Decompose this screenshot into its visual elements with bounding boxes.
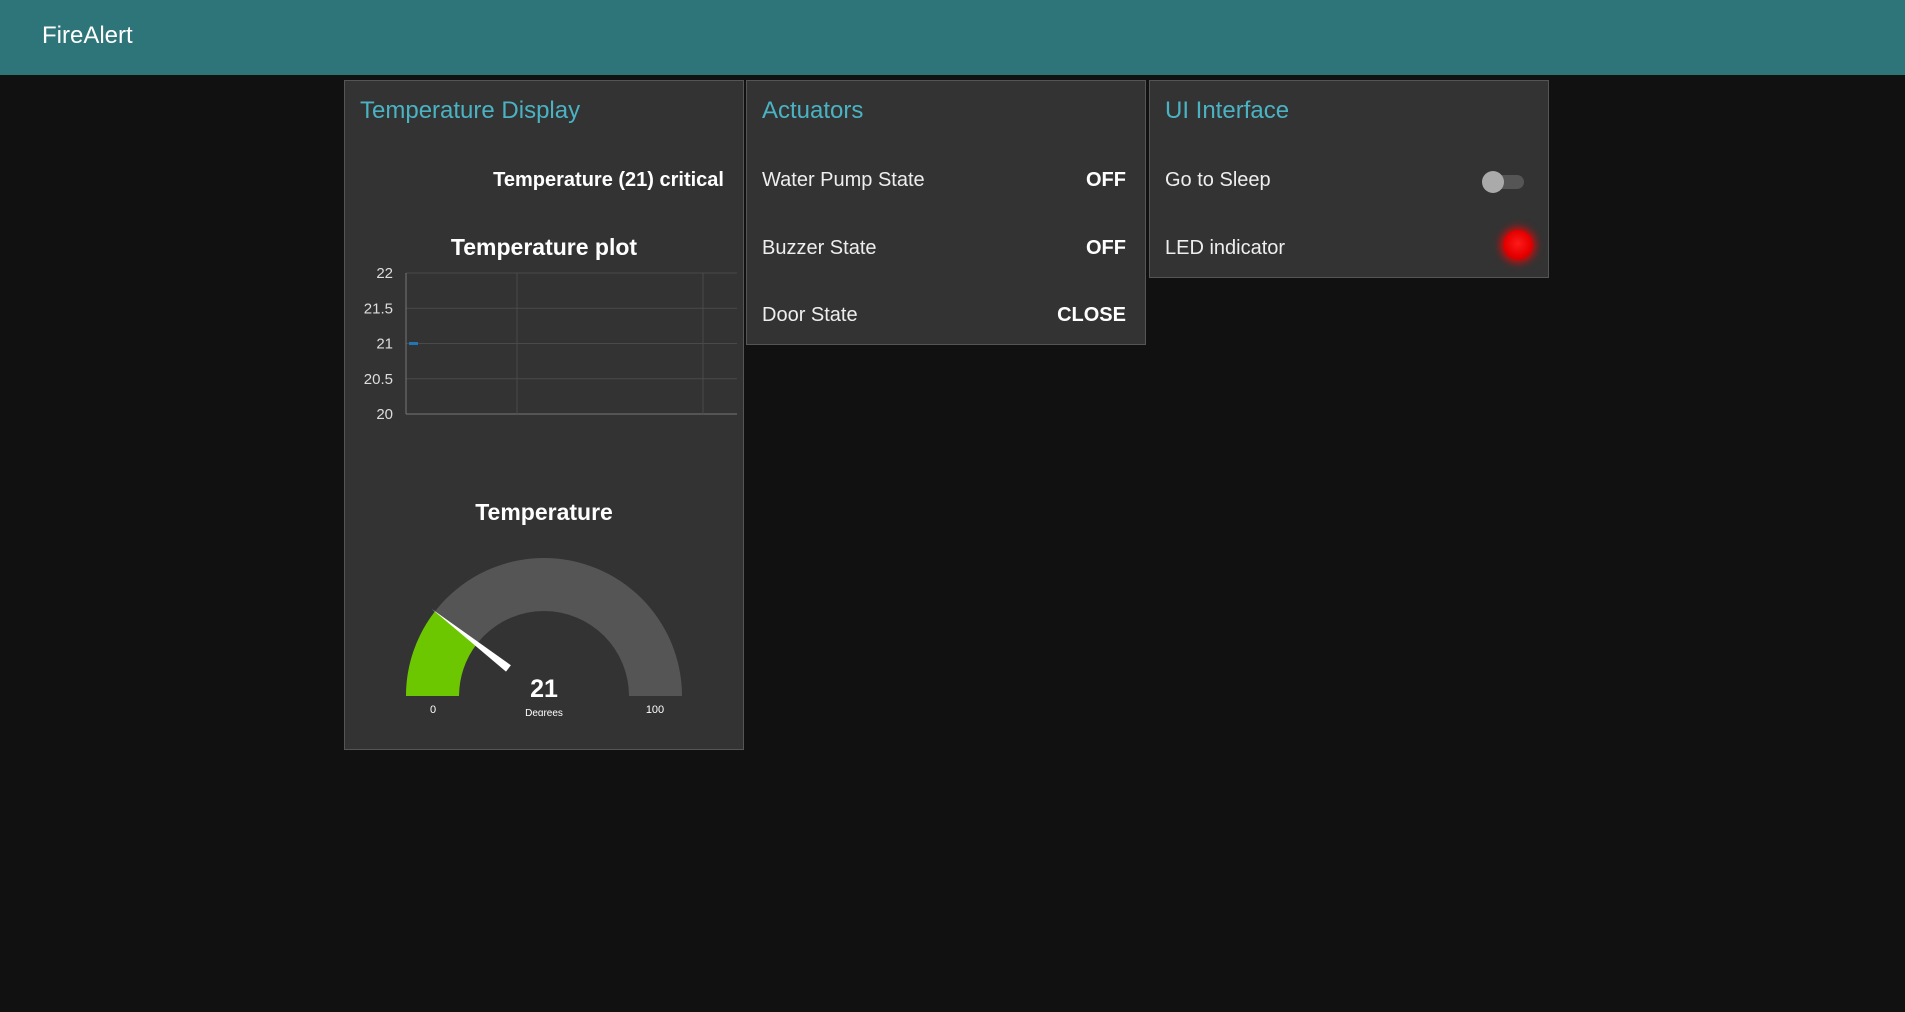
- gauge-value: 21: [530, 675, 558, 703]
- go-to-sleep-label: Go to Sleep: [1165, 169, 1271, 191]
- y-tick-label: 21: [376, 336, 393, 353]
- temperature-line-chart: 2221.52120.52016:00:0004:00:0000:00:00: [364, 266, 737, 423]
- led-indicator-icon: [1503, 230, 1533, 260]
- toggle-knob: [1482, 171, 1504, 193]
- gauge-max-label: 100: [646, 704, 664, 716]
- gauge-title: Temperature: [475, 499, 613, 525]
- y-tick-label: 20: [376, 406, 393, 423]
- app-title: FireAlert: [42, 22, 133, 49]
- sleep-toggle[interactable]: [1482, 171, 1526, 193]
- card-title: Temperature Display: [360, 97, 581, 124]
- temperature-display-card: Temperature Display Temperature (21) cri…: [344, 80, 744, 750]
- temperature-gauge: 21 Degrees 0 100: [406, 558, 682, 716]
- water-pump-label: Water Pump State: [762, 169, 925, 191]
- top-toolbar: FireAlert: [0, 0, 1905, 75]
- y-tick-label: 20.5: [364, 371, 393, 388]
- y-tick-label: 21.5: [364, 300, 393, 317]
- door-label: Door State: [762, 304, 858, 326]
- card-title: UI Interface: [1165, 97, 1290, 124]
- y-tick-label: 22: [376, 266, 393, 282]
- card-title: Actuators: [762, 97, 864, 124]
- chart-title: Temperature plot: [450, 234, 638, 260]
- buzzer-value: OFF: [1086, 237, 1126, 259]
- door-value: CLOSE: [1057, 304, 1126, 326]
- buzzer-label: Buzzer State: [762, 237, 877, 259]
- gauge-units: Degrees: [525, 708, 563, 716]
- gauge-min-label: 0: [430, 704, 436, 716]
- actuators-card: Actuators Water Pump State OFF Buzzer St…: [746, 80, 1146, 345]
- temperature-status-text: Temperature (21) critical: [493, 169, 724, 191]
- water-pump-value: OFF: [1086, 169, 1126, 191]
- led-indicator-label: LED indicator: [1165, 237, 1286, 259]
